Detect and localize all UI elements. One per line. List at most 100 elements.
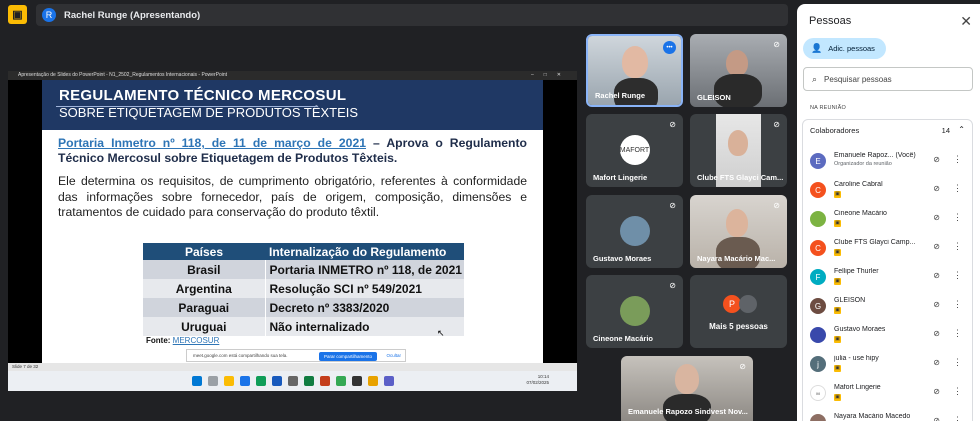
face xyxy=(726,209,748,237)
tile-name: Emanuele Rapozo Sindvest Nov... xyxy=(628,407,748,416)
close-icon[interactable]: ✕ xyxy=(960,13,972,30)
participant-row[interactable]: j julia - use hipy ▣ ⊘ ⋮ xyxy=(803,353,973,382)
powerpoint-icon[interactable] xyxy=(319,376,330,386)
avatar: M xyxy=(810,385,826,401)
excel-icon[interactable] xyxy=(303,376,314,386)
presenter-bar: R Rachel Runge (Apresentando) xyxy=(36,4,788,26)
ppt-statusbar: Slide 7 de 32 xyxy=(8,363,577,371)
app-icon[interactable] xyxy=(287,376,298,386)
group-count: 14 xyxy=(941,126,950,135)
more-options-icon[interactable]: ⋮ xyxy=(953,386,962,397)
more-people-tile[interactable]: P Mais 5 pessoas xyxy=(690,275,787,348)
participant-tile[interactable]: ⊘ Gustavo Moraes xyxy=(586,195,683,268)
more-options-icon[interactable]: ⋮ xyxy=(953,328,962,339)
face xyxy=(728,130,748,156)
participant-row[interactable]: F Fellipe Thurler ▣ ⊘ ⋮ xyxy=(803,266,973,295)
participant-row[interactable]: Nayara Macário Macedo ▣ ⊘ ⋮ xyxy=(803,411,973,421)
group-header[interactable]: Colaboradores 14 ⌃ xyxy=(810,125,965,135)
participant-name: Clube FTS Glayci Camp... xyxy=(834,239,916,246)
store-icon[interactable] xyxy=(255,376,266,386)
add-people-button[interactable]: 👤 Adic. pessoas xyxy=(803,38,886,59)
mic-off-icon: ⊘ xyxy=(739,362,746,371)
chevron-up-icon[interactable]: ⌃ xyxy=(958,125,965,134)
participant-row[interactable]: M Mafort Lingerie ▣ ⊘ ⋮ xyxy=(803,382,973,411)
clock-date: 07/02/2025 xyxy=(526,380,549,385)
participant-row[interactable]: Gustavo Moraes ▣ ⊘ ⋮ xyxy=(803,324,973,353)
mic-off-icon[interactable]: ⊘ xyxy=(933,416,940,421)
participant-tile[interactable]: ••• Rachel Runge xyxy=(586,34,683,107)
participant-tile[interactable]: MAFORT ⊘ Mafort Lingerie xyxy=(586,114,683,187)
more-options-icon[interactable]: ⋮ xyxy=(953,415,962,421)
avatar xyxy=(810,211,826,227)
table-header-paises: Países xyxy=(143,243,265,260)
mic-off-icon: ⊘ xyxy=(669,120,676,129)
fonte-link[interactable]: MERCOSUR xyxy=(173,336,220,345)
participant-row[interactable]: C Clube FTS Glayci Camp... ▣ ⊘ ⋮ xyxy=(803,237,973,266)
tile-name: Nayara Macário Mac... xyxy=(697,254,776,263)
mic-off-icon[interactable]: ⊘ xyxy=(933,184,940,193)
present-badge-icon: ▣ xyxy=(834,365,841,372)
participant-row[interactable]: G GLEISON ▣ ⊘ ⋮ xyxy=(803,295,973,324)
mic-off-icon[interactable]: ⊘ xyxy=(933,213,940,222)
table-row: Paraguai Decreto nº 3383/2020 xyxy=(143,298,464,317)
mic-off-icon[interactable]: ⊘ xyxy=(933,242,940,251)
more-options-icon[interactable]: ⋮ xyxy=(953,212,962,223)
people-panel: Pessoas ✕ 👤 Adic. pessoas ⌕ Pesquisar pe… xyxy=(797,4,980,421)
self-view-tile[interactable]: ⊘ Emanuele Rapozo Sindvest Nov... xyxy=(621,356,753,421)
teams-icon[interactable] xyxy=(383,376,394,386)
participant-tile[interactable]: ⊘ Clube FTS Glayci Cam... xyxy=(690,114,787,187)
explorer-icon[interactable] xyxy=(223,376,234,386)
more-options-icon[interactable]: ⋮ xyxy=(953,270,962,281)
participant-row[interactable]: E Emanuele Rapoz... (Você) Organizador d… xyxy=(803,150,973,179)
slide-paragraph-2: Ele determina os requisitos, de cumprime… xyxy=(58,174,527,219)
word-icon[interactable] xyxy=(271,376,282,386)
participant-row[interactable]: Cineone Macário ▣ ⊘ ⋮ xyxy=(803,208,973,237)
avatar: MAFORT xyxy=(619,135,650,165)
start-icon[interactable] xyxy=(191,376,202,386)
table-cell: Resolução SCI nº 549/2021 xyxy=(265,279,464,298)
tile-name: Cineone Macário xyxy=(593,334,654,343)
participant-row[interactable]: C Caroline Cabral ▣ ⊘ ⋮ xyxy=(803,179,973,208)
chrome-icon[interactable] xyxy=(335,376,346,386)
more-options-icon[interactable]: ⋮ xyxy=(953,241,962,252)
slide-header: REGULAMENTO TÉCNICO MERCOSUL SOBRE ETIQU… xyxy=(42,80,543,130)
more-options-icon[interactable]: ⋮ xyxy=(953,299,962,310)
mic-off-icon[interactable]: ⊘ xyxy=(933,271,940,280)
window-controls[interactable]: –□✕ xyxy=(531,71,571,80)
edge-icon[interactable] xyxy=(239,376,250,386)
mic-off-icon[interactable]: ⊘ xyxy=(933,387,940,396)
mic-off-icon: ⊘ xyxy=(773,120,780,129)
present-badge-icon: ▣ xyxy=(834,394,841,401)
participant-tile[interactable]: ⊘ GLEISON xyxy=(690,34,787,107)
mic-off-icon[interactable]: ⊘ xyxy=(933,300,940,309)
fonte-source: Fonte: MERCOSUR xyxy=(146,336,219,345)
more-options-icon[interactable]: ⋮ xyxy=(953,183,962,194)
search-people-input[interactable]: ⌕ Pesquisar pessoas xyxy=(803,67,973,91)
mic-off-icon[interactable]: ⊘ xyxy=(933,358,940,367)
participant-name: Emanuele Rapoz... (Você) xyxy=(834,152,916,159)
more-options-icon[interactable]: ⋮ xyxy=(953,357,962,368)
mic-off-icon: ⊘ xyxy=(773,201,780,210)
hide-notice-button[interactable]: Ocultar xyxy=(386,353,401,358)
present-badge-icon: ▣ xyxy=(834,307,841,314)
participant-tile[interactable]: ⊘ Nayara Macário Mac... xyxy=(690,195,787,268)
app-icon[interactable] xyxy=(351,376,362,386)
portaria-link[interactable]: Portaria Inmetro nº 118, de 11 de março … xyxy=(58,136,366,150)
table-cell: Argentina xyxy=(143,279,266,298)
avatar: F xyxy=(810,269,826,285)
windows-taskbar: 10:14 07/02/2025 xyxy=(8,371,577,391)
participant-tile[interactable]: ⊘ Cineone Macário xyxy=(586,275,683,348)
app-icon[interactable] xyxy=(367,376,378,386)
more-options-icon[interactable]: ⋮ xyxy=(953,154,962,165)
present-icon[interactable]: ▣ xyxy=(8,5,27,24)
search-icon[interactable] xyxy=(207,376,218,386)
mic-off-icon[interactable]: ⊘ xyxy=(933,155,940,164)
ppt-window-titlebar: Apresentação de Slides do PowerPoint - N… xyxy=(8,71,577,80)
presenter-avatar: R xyxy=(42,8,56,22)
mic-off-icon[interactable]: ⊘ xyxy=(933,329,940,338)
more-avatars: P xyxy=(723,295,757,313)
speaking-icon: ••• xyxy=(663,41,676,54)
stop-sharing-button[interactable]: Parar compartilhamento xyxy=(318,352,377,361)
present-badge-icon: ▣ xyxy=(834,191,841,198)
search-placeholder: Pesquisar pessoas xyxy=(824,74,892,84)
